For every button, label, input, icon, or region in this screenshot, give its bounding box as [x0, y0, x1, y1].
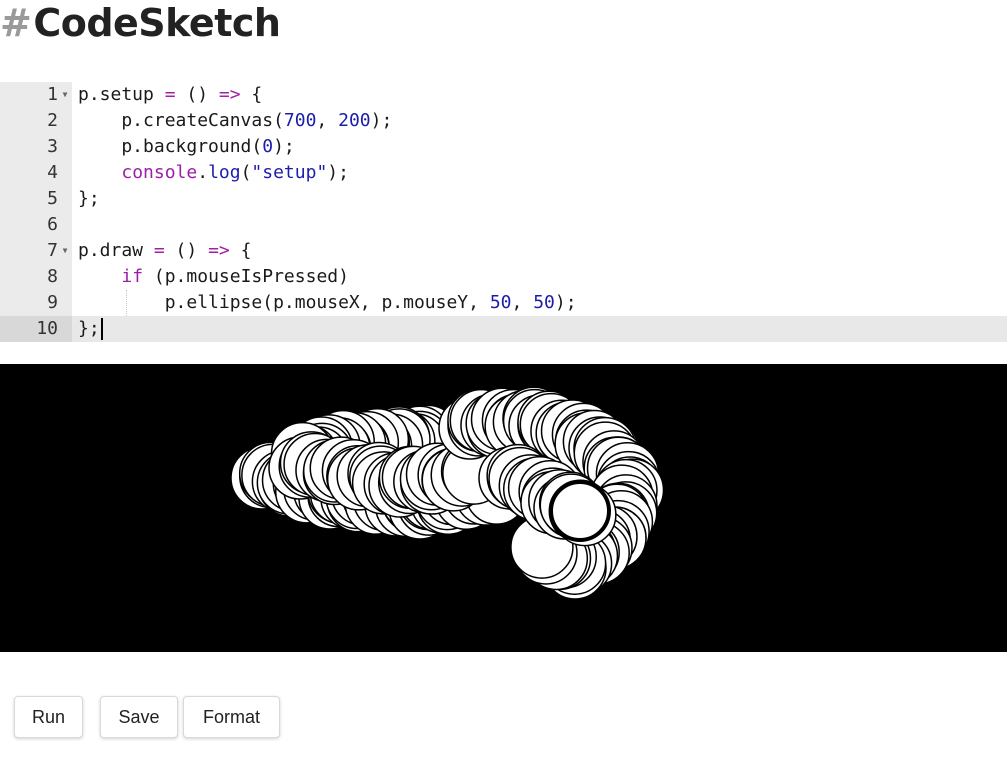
code-text: p.setup = () => { — [78, 84, 263, 105]
line-gutter: 7 ▼ — [0, 238, 72, 264]
code-text: p.ellipse(p.mouseX, p.mouseY, 50, 50); — [164, 292, 577, 313]
line-gutter: 4 — [0, 160, 72, 186]
code-line[interactable]: 7 ▼ p.draw = () => { — [0, 238, 1007, 264]
sketch-canvas[interactable] — [0, 364, 1007, 652]
code-line[interactable]: 1 ▼ p.setup = () => { — [0, 82, 1007, 108]
fold-arrow-icon[interactable]: ▼ — [58, 82, 72, 108]
line-number: 1 — [47, 84, 58, 105]
line-number: 7 — [47, 240, 58, 261]
code-text: if (p.mouseIsPressed) — [121, 266, 349, 287]
code-line[interactable]: 4 console.log("setup"); — [0, 160, 1007, 186]
line-number: 6 — [47, 214, 58, 235]
code-line[interactable]: 2 p.createCanvas(700, 200); — [0, 108, 1007, 134]
code-editor[interactable]: 1 ▼ p.setup = () => { 2 p.createCanvas(70… — [0, 82, 1007, 342]
line-gutter: 5 — [0, 186, 72, 212]
code-text: p.createCanvas(700, 200); — [78, 110, 393, 131]
ellipse-mark-latest — [549, 480, 611, 542]
line-number: 10 — [36, 318, 58, 339]
line-number: 5 — [47, 188, 58, 209]
code-text: console.log("setup"); — [121, 162, 349, 183]
line-number: 4 — [47, 162, 58, 183]
line-gutter: 3 — [0, 134, 72, 160]
code-text: }; — [78, 316, 103, 342]
page-title: #CodeSketch — [0, 0, 281, 48]
line-gutter: 1 ▼ — [0, 82, 72, 108]
code-text: p.draw = () => { — [78, 240, 252, 261]
fold-arrow-icon[interactable]: ▼ — [58, 238, 72, 264]
code-text: }; — [78, 188, 100, 209]
format-button[interactable]: Format — [183, 696, 280, 738]
title-text: CodeSketch — [33, 1, 281, 45]
line-number: 2 — [47, 110, 58, 131]
line-gutter: 10 — [0, 316, 72, 342]
text-cursor — [100, 318, 103, 340]
line-number: 9 — [47, 292, 58, 313]
line-gutter: 8 — [0, 264, 72, 290]
line-gutter: 9 — [0, 290, 72, 316]
line-number: 8 — [47, 266, 58, 287]
code-line-active[interactable]: 10 }; — [0, 316, 1007, 342]
line-number: 3 — [47, 136, 58, 157]
code-line[interactable]: 9 p.ellipse(p.mouseX, p.mouseY, 50, 50); — [0, 290, 1007, 316]
code-line[interactable]: 5 }; — [0, 186, 1007, 212]
code-line[interactable]: 6 — [0, 212, 1007, 238]
save-button[interactable]: Save — [100, 696, 178, 738]
sketch-drawing — [0, 364, 1007, 652]
code-line[interactable]: 3 p.background(0); — [0, 134, 1007, 160]
line-gutter: 6 — [0, 212, 72, 238]
title-hash: # — [0, 1, 32, 45]
line-gutter: 2 — [0, 108, 72, 134]
run-button[interactable]: Run — [14, 696, 83, 738]
code-line[interactable]: 8 if (p.mouseIsPressed) — [0, 264, 1007, 290]
code-text: p.background(0); — [78, 136, 295, 157]
